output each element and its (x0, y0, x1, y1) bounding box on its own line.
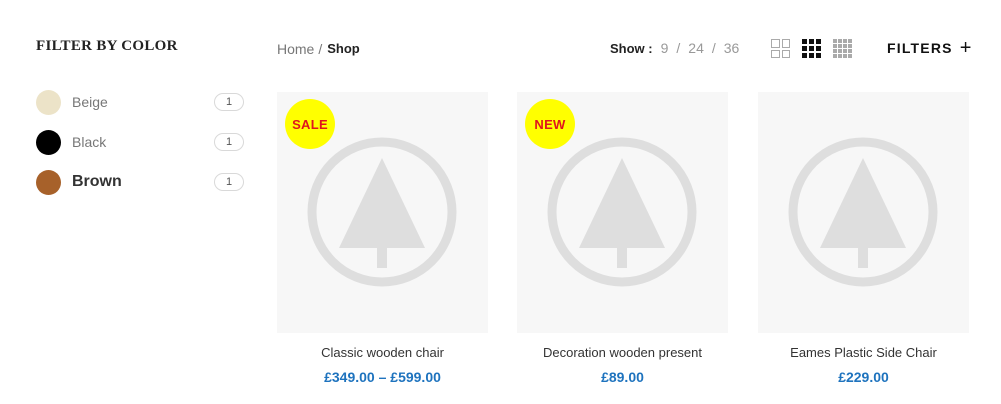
color-count: 1 (214, 93, 244, 111)
color-name: Black (72, 134, 107, 150)
color-list: Beige 1 Black 1 Brown 1 (36, 82, 246, 202)
product-image[interactable]: NEW (517, 92, 728, 333)
product-name[interactable]: Decoration wooden present (517, 345, 728, 362)
product-card: NEW Decoration wooden present £89.00 (517, 92, 728, 385)
product-card: SALE Classic wooden chair £349.00 – £599… (277, 92, 488, 385)
color-count: 1 (214, 173, 244, 191)
show-option-36[interactable]: 36 (724, 40, 740, 56)
show-option-9[interactable]: 9 (661, 40, 669, 56)
grid-3-icon[interactable] (802, 39, 821, 58)
show-separator: / (711, 40, 716, 56)
product-name[interactable]: Classic wooden chair (277, 345, 488, 362)
product-name[interactable]: Eames Plastic Side Chair (758, 345, 969, 362)
product-price: £229.00 (838, 369, 889, 385)
breadcrumb-home-link[interactable]: Home (277, 41, 314, 57)
color-name: Beige (72, 94, 108, 110)
color-swatch (36, 169, 61, 195)
product-price: £349.00 – £599.00 (324, 369, 441, 385)
grid-4-icon[interactable] (833, 39, 852, 58)
filter-title: FILTER BY COLOR (36, 38, 178, 54)
color-swatch (36, 129, 61, 155)
color-name: Brown (72, 173, 122, 190)
placeholder-tree-icon (788, 137, 938, 287)
color-swatch (36, 89, 61, 115)
placeholder-tree-icon (307, 137, 457, 287)
grid-2-icon[interactable] (771, 39, 790, 58)
breadcrumb-separator: / (318, 41, 323, 57)
filters-label: FILTERS (887, 40, 953, 56)
filters-button[interactable]: FILTERS + (887, 37, 973, 59)
show-option-24[interactable]: 24 (688, 40, 704, 56)
sale-badge: SALE (285, 99, 335, 149)
product-image[interactable] (758, 92, 969, 333)
color-count: 1 (214, 133, 244, 151)
color-option-brown[interactable]: Brown 1 (36, 162, 246, 202)
show-label: Show : (610, 40, 653, 56)
placeholder-tree-icon (547, 137, 697, 287)
products-per-page: Show : 9 / 24 / 36 (610, 40, 739, 56)
breadcrumb: Home / Shop (277, 41, 360, 57)
color-option-beige[interactable]: Beige 1 (36, 82, 246, 122)
new-badge: NEW (525, 99, 575, 149)
view-toggles (771, 39, 864, 58)
product-image[interactable]: SALE (277, 92, 488, 333)
color-option-black[interactable]: Black 1 (36, 122, 246, 162)
plus-icon: + (959, 37, 973, 59)
breadcrumb-current: Shop (327, 41, 360, 56)
color-filter-widget: FILTER BY COLOR Beige 1 Black 1 Brown 1 (36, 38, 246, 202)
product-card: Eames Plastic Side Chair £229.00 (758, 92, 969, 385)
product-price: £89.00 (601, 369, 644, 385)
show-separator: / (676, 40, 681, 56)
